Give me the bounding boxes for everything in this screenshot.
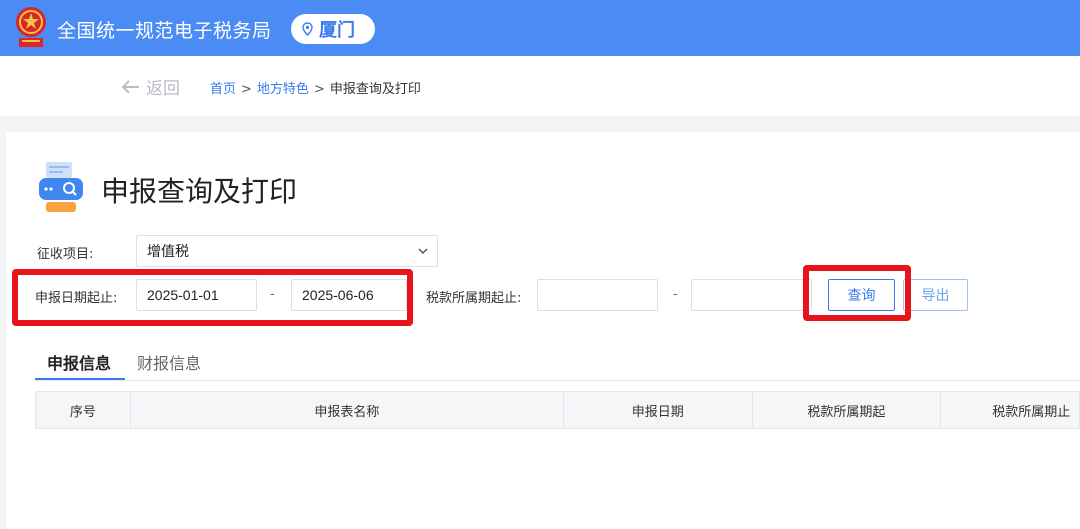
breadcrumb-local-features[interactable]: 地方特色 — [257, 82, 309, 97]
tax-item-label: 征收项目: — [37, 247, 94, 262]
tab-divider — [35, 380, 1080, 381]
chevron-down-icon — [418, 248, 428, 255]
tax-emblem-logo — [16, 7, 46, 47]
printer-search-icon — [39, 162, 83, 212]
back-button[interactable]: 返回 — [122, 74, 180, 99]
table-header: 序号 申报表名称 申报日期 税款所属期起 税款所属期止 — [35, 391, 1080, 429]
breadcrumb-separator: > — [241, 82, 252, 97]
location-pin-icon — [302, 22, 313, 36]
arrow-left-icon — [122, 79, 139, 94]
breadcrumb: 首页 > 地方特色 > 申报查询及打印 — [210, 78, 421, 97]
tab-declare-info[interactable]: 申报信息 — [47, 350, 111, 374]
declare-date-label: 申报日期起止: — [35, 291, 118, 306]
top-bar: 全国统一规范电子税务局 厦门 — [0, 0, 1080, 56]
column-header-period-start[interactable]: 税款所属期起 — [753, 392, 942, 428]
breadcrumb-current: 申报查询及打印 — [329, 82, 421, 97]
export-button[interactable]: 导出 — [903, 279, 968, 311]
city-selector[interactable]: 厦门 — [291, 14, 375, 44]
range-dash: - — [270, 287, 275, 302]
breadcrumb-separator: > — [313, 82, 325, 97]
declare-date-to-value: 2025-06-06 — [302, 287, 374, 303]
declare-date-from-input[interactable]: 2025-01-01 — [136, 279, 257, 311]
range-dash: - — [673, 287, 678, 302]
column-header-declare-date[interactable]: 申报日期 — [564, 392, 753, 428]
city-label: 厦门 — [319, 20, 355, 41]
active-tab-indicator — [35, 378, 125, 380]
tax-item-select[interactable]: 增值税 — [136, 235, 438, 267]
column-header-index[interactable]: 序号 — [36, 392, 131, 428]
column-header-form-name[interactable]: 申报表名称 — [131, 392, 564, 428]
tax-period-label: 税款所属期起止: — [426, 291, 522, 306]
site-title: 全国统一规范电子税务局 — [57, 20, 272, 42]
tax-period-from-input[interactable] — [537, 279, 658, 311]
query-button[interactable]: 查询 — [828, 279, 895, 311]
breadcrumb-bar: 返回 首页 > 地方特色 > 申报查询及打印 — [0, 56, 1080, 116]
tax-period-to-input[interactable] — [691, 279, 812, 311]
declare-date-to-input[interactable]: 2025-06-06 — [291, 279, 407, 311]
tab-financial-info[interactable]: 财报信息 — [137, 350, 201, 374]
breadcrumb-home[interactable]: 首页 — [210, 82, 236, 97]
column-header-period-end[interactable]: 税款所属期止 — [941, 392, 1079, 428]
back-label: 返回 — [146, 79, 180, 99]
declare-date-from-value: 2025-01-01 — [147, 287, 219, 303]
page-title: 申报查询及打印 — [101, 175, 298, 208]
tax-item-value: 增值税 — [147, 243, 189, 259]
